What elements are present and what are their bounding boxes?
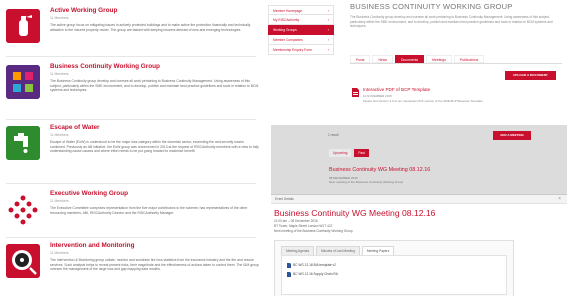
fire-extinguisher-icon	[6, 9, 40, 43]
close-icon[interactable]: ×	[558, 196, 561, 202]
modal-header-label: Event Details	[275, 197, 294, 201]
puzzle-grid-icon	[6, 65, 40, 99]
divider	[6, 119, 256, 120]
working-group-members: 11 Members	[50, 16, 69, 20]
event-details-modal: Event Details × Business Continuity WG M…	[271, 194, 567, 296]
side-nav-label: Working Groups	[273, 28, 297, 32]
tab-posts[interactable]: Posts	[350, 55, 371, 63]
file-link[interactable]: BC WG 12.16 BIA template v2	[287, 263, 336, 268]
tab-divider	[350, 63, 562, 64]
meeting-papers-list: BC WG 12.16 BIA template v2 BC WG 12.16 …	[281, 255, 507, 295]
document-icon	[287, 272, 291, 277]
chevron-right-icon: ›	[327, 27, 329, 32]
document-title-link[interactable]: Interactive PDF of BCP Template	[363, 87, 430, 93]
modal-venue: BT Tower, Maple Street London W1T 4JZ	[274, 224, 333, 228]
side-nav-item-membership-enquiry[interactable]: Membership Enquiry Form ›	[268, 45, 334, 55]
pdf-file-icon	[352, 88, 359, 97]
modal-header: Event Details ×	[271, 195, 567, 204]
working-group-description: The Business Continuity group develop an…	[50, 79, 259, 93]
working-group-title[interactable]: Intervention and Monitoring	[50, 242, 260, 250]
pill-upcoming[interactable]: Upcoming	[329, 149, 352, 157]
working-group-item[interactable]: Business Continuity Working Group 11 Mem…	[6, 63, 260, 117]
chevron-right-icon: ›	[327, 17, 329, 22]
tab-news[interactable]: News	[372, 55, 393, 63]
modal-date: 11:00 am – 08 December 2016	[274, 219, 318, 223]
document-date: 10 NOVEMBER 2015	[363, 94, 392, 98]
divider	[6, 56, 256, 57]
chevron-right-icon: ›	[327, 47, 329, 52]
tab-meetings[interactable]: Meetings	[426, 55, 452, 63]
working-group-description: Escape of Water (EoW) is understood to b…	[50, 140, 259, 154]
working-group-description: The Intervention & Monitoring group coll…	[50, 258, 259, 272]
working-group-members: 11 Members	[50, 199, 69, 203]
chevron-right-icon: ›	[327, 8, 329, 13]
water-tap-icon	[6, 126, 40, 160]
reel-icon	[6, 244, 40, 278]
working-group-item[interactable]: Active Working Group 11 Members The acti…	[6, 7, 260, 53]
side-nav-item-my-riscauthority[interactable]: My RISCAuthority ›	[268, 15, 334, 25]
pill-past[interactable]: Past	[354, 149, 369, 157]
side-nav-label: Membership Enquiry Form	[273, 48, 312, 52]
working-group-item[interactable]: Executive Working Group 11 Members The E…	[6, 190, 260, 234]
working-group-description: The Executive Committee comprises repres…	[50, 206, 248, 215]
modal-title: Business Continuity WG Meeting 08.12.16	[274, 208, 436, 218]
document-note: Please find Version 3.0 of our interacti…	[363, 99, 484, 103]
result-count: 1 result	[328, 133, 339, 137]
meeting-description: Next meeting of the Business Continuity …	[329, 180, 404, 184]
working-group-description: The active group focus on mitigating iss…	[50, 23, 251, 32]
page-title: BUSINESS CONTINUITY WORKING GROUP	[350, 2, 513, 11]
group-page-panel: Member Homepage › My RISCAuthority › Wor…	[268, 0, 567, 120]
modal-description: Next meeting of the Business Continuity …	[274, 229, 353, 233]
group-description: The Business Continuity group develop an…	[350, 15, 553, 29]
modal-tabs-container: Meeting Agenda Minutes of Last Meeting M…	[274, 240, 514, 296]
working-group-title[interactable]: Business Continuity Working Group	[50, 63, 260, 71]
document-icon	[287, 263, 291, 268]
working-group-list: Active Working Group 11 Members The acti…	[0, 0, 262, 296]
tab-publications[interactable]: Publications	[453, 55, 485, 63]
divider	[6, 183, 256, 184]
working-group-item[interactable]: Intervention and Monitoring 11 Members T…	[6, 242, 260, 294]
member-side-nav: Member Homepage › My RISCAuthority › Wor…	[268, 5, 334, 55]
group-tabs: Posts News Documents Meetings Publicatio…	[350, 55, 485, 63]
working-group-item[interactable]: Escape of Water 11 Members Escape of Wat…	[6, 124, 260, 180]
side-nav-item-member-companies[interactable]: Member Companies ›	[268, 35, 334, 45]
working-group-title[interactable]: Active Working Group	[50, 7, 260, 15]
working-group-members: 11 Members	[50, 72, 69, 76]
tab-documents[interactable]: Documents	[394, 55, 425, 63]
file-name: BC WG 12.16 Supply Chain RA	[293, 272, 338, 276]
working-group-title[interactable]: Executive Working Group	[50, 190, 260, 198]
upload-document-button[interactable]: UPLOAD A DOCUMENT	[505, 71, 556, 80]
file-name: BC WG 12.16 BIA template v2	[293, 263, 336, 267]
side-nav-item-member-homepage[interactable]: Member Homepage ›	[268, 5, 334, 15]
side-nav-item-working-groups[interactable]: Working Groups ›	[268, 25, 334, 35]
file-link[interactable]: BC WG 12.16 Supply Chain RA	[287, 272, 338, 277]
meeting-filter-pills: Upcoming Past	[329, 149, 369, 157]
working-group-title[interactable]: Escape of Water	[50, 124, 260, 132]
divider	[6, 237, 256, 238]
add-meeting-button[interactable]: ADD A MEETING	[493, 131, 531, 140]
side-nav-label: Member Companies	[273, 38, 303, 42]
working-group-members: 11 Members	[50, 133, 69, 137]
working-group-members: 11 Members	[50, 251, 69, 255]
side-nav-label: Member Homepage	[273, 9, 303, 13]
side-nav-label: My RISCAuthority	[273, 18, 300, 22]
meetings-panel: 1 result ADD A MEETING Upcoming Past Bus…	[271, 125, 567, 296]
chevron-right-icon: ›	[327, 37, 329, 42]
meeting-title-link[interactable]: Business Continuity WG Meeting 08.12.16	[329, 167, 430, 173]
dots-diamond-icon	[6, 192, 40, 226]
